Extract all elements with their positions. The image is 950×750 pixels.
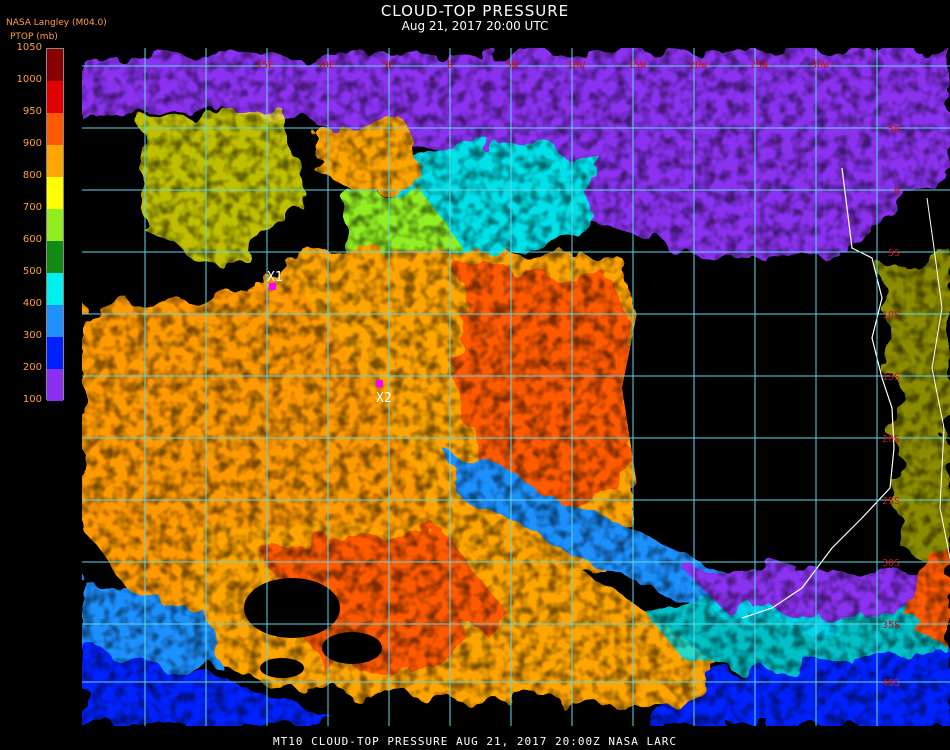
legend-tick: 200 bbox=[22, 362, 42, 373]
cloud-pressure-map: 15E 10E 5E 0 5W 10W 15W 20W 25W 30W 5N 0… bbox=[82, 48, 950, 726]
lat-label: 25S bbox=[882, 496, 900, 507]
lat-label: 20S bbox=[882, 434, 900, 445]
map-title: CLOUD-TOP PRESSURE bbox=[380, 2, 570, 20]
lon-label: 15W bbox=[628, 60, 647, 71]
legend-swatch-500 bbox=[47, 273, 63, 305]
legend-tick: 900 bbox=[22, 138, 42, 149]
lat-label: 30S bbox=[882, 558, 900, 569]
lon-label: 30W bbox=[811, 60, 830, 71]
legend-tick: 600 bbox=[22, 234, 42, 245]
marker-x2-label: X2 bbox=[376, 391, 392, 406]
legend-tick: 800 bbox=[22, 170, 42, 181]
lat-label: 5S bbox=[888, 248, 900, 259]
source-label: NASA Langley (M04.0) bbox=[6, 18, 107, 28]
lat-label: 15S bbox=[882, 372, 900, 383]
lon-label: 10W bbox=[567, 60, 586, 71]
map-subtitle: Aug 21, 2017 20:00 UTC bbox=[401, 19, 549, 33]
lon-label: 5W bbox=[506, 60, 519, 71]
lat-label: 10S bbox=[882, 310, 900, 321]
marker-x1-label: X1 bbox=[267, 270, 283, 285]
color-legend bbox=[46, 48, 64, 401]
lon-label: 20W bbox=[689, 60, 708, 71]
legend-tick: 100 bbox=[22, 394, 42, 405]
units-label: PTOP (mb) bbox=[10, 32, 58, 42]
legend-swatch-300 bbox=[47, 337, 63, 369]
legend-swatch-950 bbox=[47, 113, 63, 145]
legend-swatch-600 bbox=[47, 241, 63, 273]
legend-tick: 300 bbox=[22, 330, 42, 341]
legend-swatch-1050 bbox=[47, 49, 63, 81]
lat-label: 0 bbox=[894, 186, 900, 197]
legend-tick: 1050 bbox=[16, 42, 42, 53]
legend-swatch-900 bbox=[47, 145, 63, 177]
legend-tick: 950 bbox=[22, 106, 42, 117]
lon-label: 25W bbox=[750, 60, 769, 71]
legend-swatch-800 bbox=[47, 177, 63, 209]
legend-tick: 400 bbox=[22, 298, 42, 309]
legend-swatch-700 bbox=[47, 209, 63, 241]
lon-label: 10E bbox=[317, 60, 335, 71]
lat-label: 5N bbox=[888, 124, 900, 135]
lon-label: 0 bbox=[447, 60, 453, 71]
legend-swatch-1000 bbox=[47, 81, 63, 113]
legend-swatch-400 bbox=[47, 305, 63, 337]
lon-label: 5E bbox=[382, 60, 394, 71]
lon-label: 15E bbox=[256, 60, 274, 71]
lat-label: 35S bbox=[882, 620, 900, 631]
footer-caption: MT10 CLOUD-TOP PRESSURE AUG 21, 2017 20:… bbox=[273, 735, 677, 748]
legend-tick: 1000 bbox=[16, 74, 42, 85]
legend-tick: 700 bbox=[22, 202, 42, 213]
legend-tick: 500 bbox=[22, 266, 42, 277]
marker-x2-dot bbox=[376, 380, 383, 387]
legend-swatch-200 bbox=[47, 369, 63, 401]
lat-label: 40S bbox=[882, 678, 900, 689]
